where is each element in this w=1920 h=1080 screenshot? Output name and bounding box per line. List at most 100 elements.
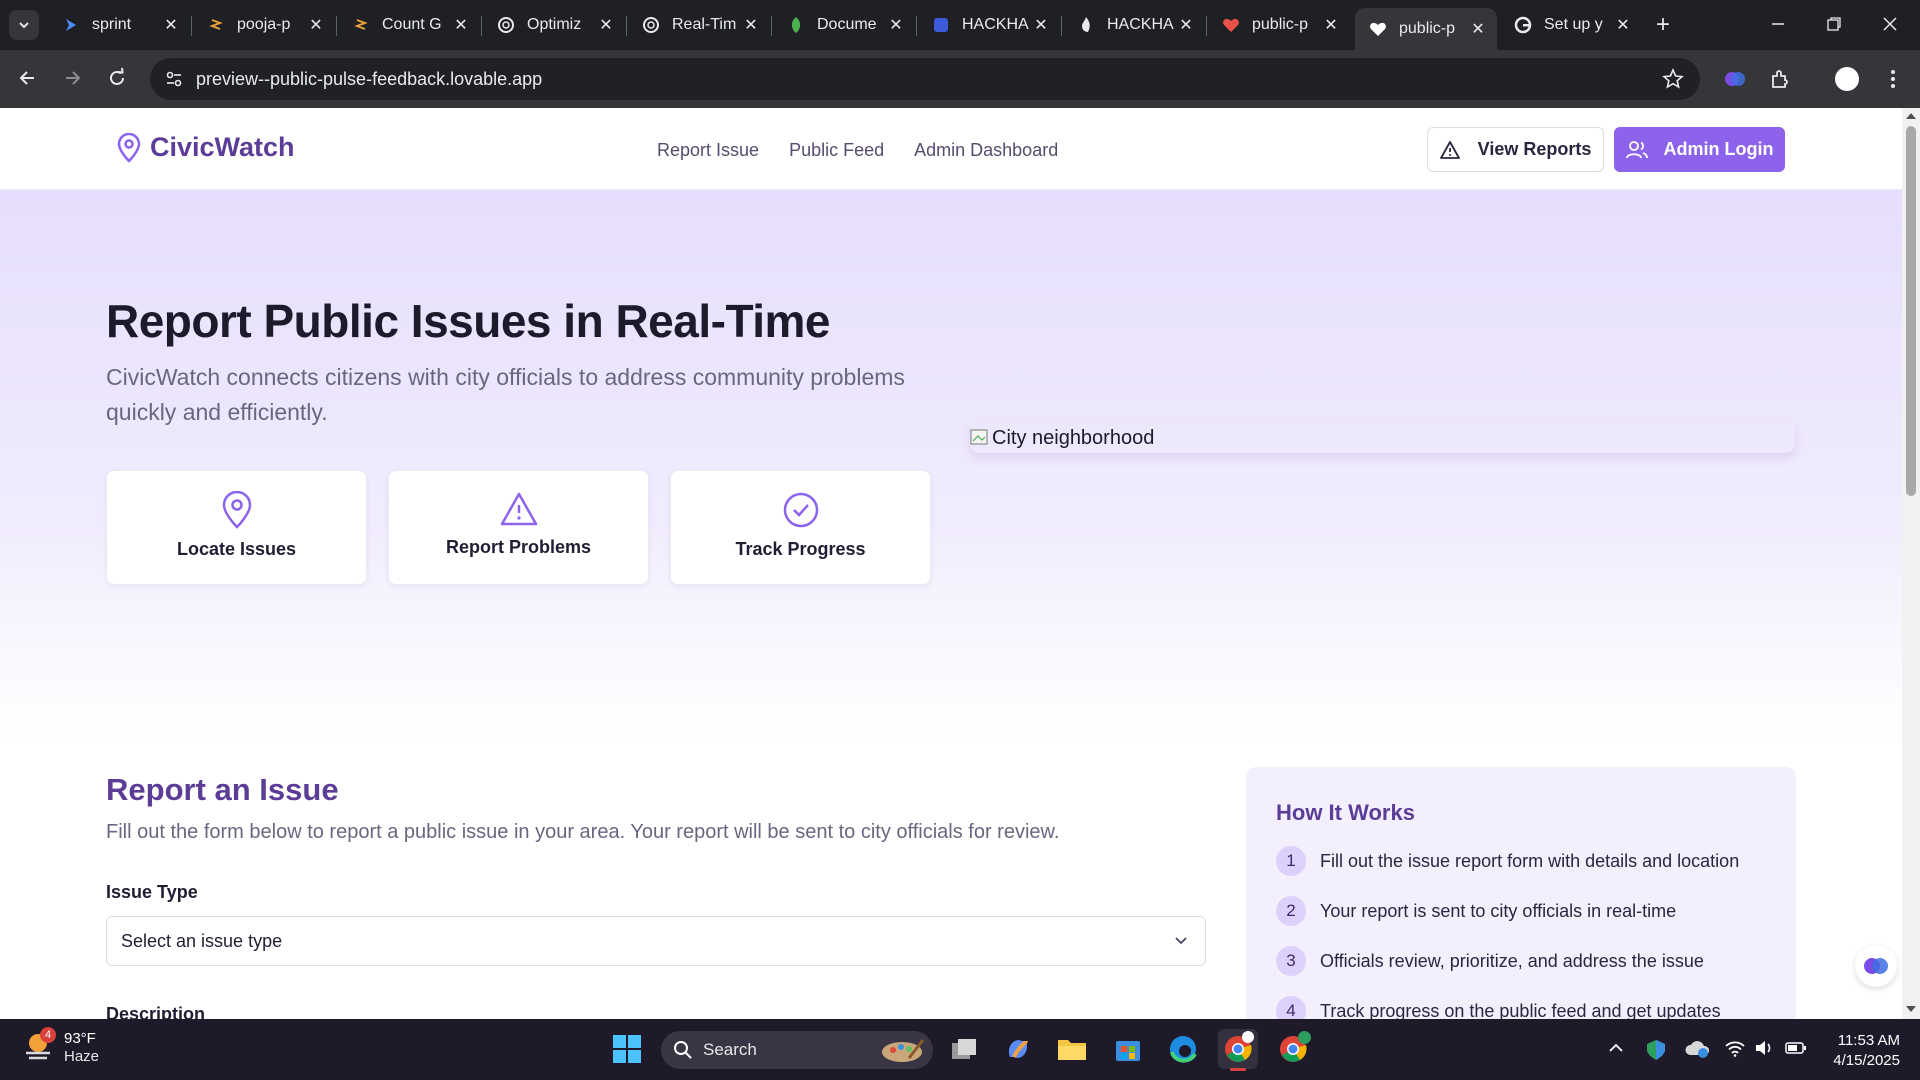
window-close-button[interactable] xyxy=(1862,0,1918,48)
page-scrollbar[interactable] xyxy=(1902,108,1920,1019)
brain-icon xyxy=(1864,958,1888,974)
list-item: 2 Your report is sent to city officials … xyxy=(1276,896,1676,926)
step-number: 2 xyxy=(1276,896,1306,926)
weather-badge: 4 xyxy=(40,1027,56,1043)
url-text: preview--public-pulse-feedback.lovable.a… xyxy=(196,68,543,89)
tab-search-button[interactable] xyxy=(9,10,39,40)
close-icon[interactable]: ✕ xyxy=(1177,16,1195,34)
forward-button[interactable] xyxy=(55,60,91,96)
taskbar-search[interactable]: Search xyxy=(661,1031,933,1069)
back-button[interactable] xyxy=(9,60,45,96)
step-text: Track progress on the public feed and ge… xyxy=(1320,1000,1721,1020)
browser-tab[interactable]: HACKHA ✕ xyxy=(1063,8,1205,42)
browser-tab-active[interactable]: public-p ✕ xyxy=(1355,8,1497,50)
wifi-icon[interactable] xyxy=(1724,1039,1746,1057)
battery-icon[interactable] xyxy=(1785,1039,1807,1057)
defender-shield-icon[interactable] xyxy=(1645,1039,1667,1061)
minimize-button[interactable] xyxy=(1750,0,1806,48)
report-subtitle: Fill out the form below to report a publ… xyxy=(106,821,1060,843)
feature-label: Locate Issues xyxy=(176,539,297,559)
nav-report-issue[interactable]: Report Issue xyxy=(657,140,759,161)
clock-date: 4/15/2025 xyxy=(1833,1052,1900,1069)
browser-menu-icon[interactable] xyxy=(1876,62,1910,96)
volume-icon[interactable] xyxy=(1754,1039,1776,1057)
app-icon xyxy=(352,16,370,34)
browser-tab[interactable]: Set up y ✕ xyxy=(1500,8,1642,42)
browser-tab[interactable]: Docume ✕ xyxy=(773,8,915,42)
restore-icon xyxy=(1827,17,1841,31)
browser-tab[interactable]: Count G ✕ xyxy=(338,8,480,42)
assistant-widget-button[interactable] xyxy=(1855,945,1897,987)
hero-subtitle: CivicWatch connects citizens with city o… xyxy=(106,364,905,425)
reload-button[interactable] xyxy=(99,60,135,96)
issue-type-label: Issue Type xyxy=(106,882,198,902)
start-button[interactable] xyxy=(607,1029,647,1069)
browser-tab[interactable]: Real-Tim ✕ xyxy=(628,8,770,42)
how-it-works-card: How It Works 1 Fill out the issue report… xyxy=(1246,767,1796,1019)
close-icon[interactable]: ✕ xyxy=(1322,16,1340,34)
close-icon[interactable]: ✕ xyxy=(1614,16,1632,34)
close-icon[interactable]: ✕ xyxy=(1032,16,1050,34)
edge-button[interactable] xyxy=(1163,1029,1203,1069)
profile-avatar[interactable] xyxy=(1830,62,1864,96)
tab-title: HACKHA xyxy=(1107,16,1174,33)
arrow-right-icon xyxy=(66,71,81,85)
list-item: 3 Officials review, prioritize, and addr… xyxy=(1276,946,1704,976)
close-icon[interactable]: ✕ xyxy=(887,16,905,34)
close-icon[interactable]: ✕ xyxy=(1469,20,1487,38)
close-icon[interactable]: ✕ xyxy=(742,16,760,34)
close-icon[interactable]: ✕ xyxy=(452,16,470,34)
browser-tab-strip: sprint ✕ pooja-p ✕ Count G ✕ Optimiz ✕ R… xyxy=(0,0,1920,50)
admin-login-button[interactable]: Admin Login xyxy=(1614,127,1785,172)
onedrive-cloud-icon[interactable] xyxy=(1685,1039,1711,1059)
warning-icon xyxy=(500,492,537,526)
heart-icon xyxy=(1222,16,1240,34)
bookmark-star-icon[interactable] xyxy=(1662,68,1684,90)
close-icon[interactable]: ✕ xyxy=(597,16,615,34)
browser-tab[interactable]: Optimiz ✕ xyxy=(483,8,625,42)
close-icon[interactable]: ✕ xyxy=(162,16,180,34)
folder-icon xyxy=(1058,1040,1086,1060)
address-bar[interactable]: preview--public-pulse-feedback.lovable.a… xyxy=(150,58,1700,100)
browser-tab[interactable]: pooja-p ✕ xyxy=(193,8,335,42)
windows-taskbar: 4 93°F Haze Search 11:53 AM 4/15/2025 xyxy=(0,1019,1920,1080)
leaf-icon xyxy=(787,16,805,34)
issue-type-select[interactable]: Select an issue type xyxy=(106,916,1206,966)
hero-image-alt: City neighborhood xyxy=(992,426,1155,449)
restore-button[interactable] xyxy=(1806,0,1862,48)
new-tab-button[interactable]: + xyxy=(1650,11,1676,38)
taskbar-clock[interactable]: 11:53 AM 4/15/2025 xyxy=(1818,1031,1900,1071)
search-icon xyxy=(674,1041,692,1059)
chevron-down-icon xyxy=(1175,937,1187,945)
chrome-profile-button[interactable] xyxy=(1273,1029,1313,1069)
openai-icon xyxy=(642,16,660,34)
list-item: 1 Fill out the issue report form with de… xyxy=(1276,846,1739,876)
nav-admin-dashboard[interactable]: Admin Dashboard xyxy=(914,140,1058,161)
extension-brain-icon[interactable] xyxy=(1718,62,1752,96)
weather-widget[interactable]: 4 93°F Haze xyxy=(20,1027,100,1065)
view-reports-button[interactable]: View Reports xyxy=(1427,127,1604,172)
microsoft-store-button[interactable] xyxy=(1108,1029,1148,1069)
browser-tab[interactable]: HACKHA ✕ xyxy=(918,8,1060,42)
nav-public-feed[interactable]: Public Feed xyxy=(789,140,884,161)
tab-title: Real-Tim xyxy=(672,16,737,33)
description-label: Description xyxy=(106,1004,206,1019)
browser-tab[interactable]: public-p ✕ xyxy=(1208,8,1350,42)
browser-tab[interactable]: sprint ✕ xyxy=(48,8,190,42)
close-icon[interactable]: ✕ xyxy=(307,16,325,34)
weather-condition: Haze xyxy=(64,1048,100,1065)
chrome-button-active[interactable] xyxy=(1218,1029,1258,1071)
task-view-button[interactable] xyxy=(944,1029,984,1069)
extensions-puzzle-icon[interactable] xyxy=(1764,62,1798,96)
copilot-button[interactable] xyxy=(998,1029,1038,1069)
paint-palette-icon xyxy=(882,1039,925,1062)
chevron-up-icon[interactable] xyxy=(1607,1039,1625,1057)
file-explorer-button[interactable] xyxy=(1052,1029,1092,1069)
site-info-icon[interactable] xyxy=(164,69,184,89)
feature-label: Report Problems xyxy=(445,537,592,557)
task-view-icon xyxy=(952,1039,976,1059)
scrollbar-thumb[interactable] xyxy=(1906,126,1916,496)
feature-card-report: Report Problems xyxy=(388,470,649,585)
weather-temperature: 93°F xyxy=(64,1030,96,1047)
brand-logo[interactable]: CivicWatch xyxy=(116,132,295,163)
